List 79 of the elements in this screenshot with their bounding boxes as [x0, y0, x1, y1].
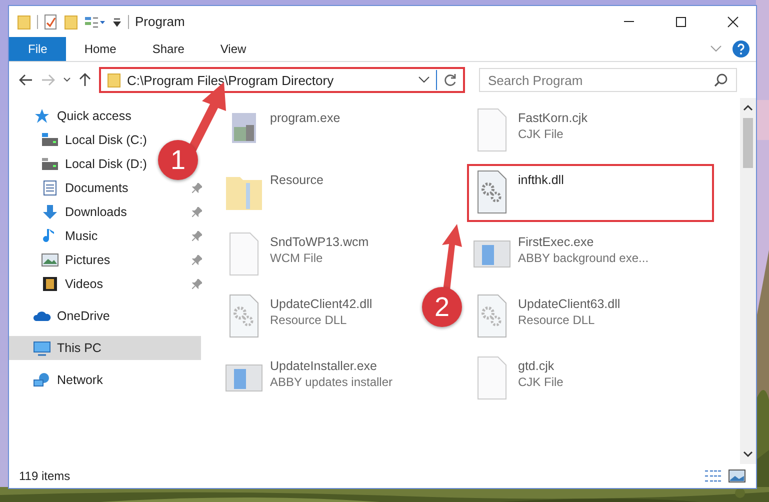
item-count: 119 items — [19, 469, 70, 483]
file-type: ABBY updates installer — [270, 375, 393, 389]
recent-locations-icon[interactable] — [63, 77, 71, 83]
file-item[interactable]: UpdateInstaller.exe ABBY updates installer — [219, 350, 398, 408]
down-arrow-icon — [41, 204, 59, 220]
back-icon[interactable] — [19, 74, 33, 86]
file-name: Resource — [270, 173, 324, 187]
file-type: Resource DLL — [270, 313, 348, 327]
minimize-icon — [623, 20, 635, 23]
pin-icon[interactable] — [192, 279, 202, 289]
file-item[interactable]: SndToWP13.wcm WCM File — [219, 226, 374, 284]
sidebar-item[interactable]: OneDrive — [9, 304, 201, 328]
file-type: Resource DLL — [518, 313, 596, 327]
network-icon — [33, 372, 51, 388]
search-field[interactable]: Search Program — [479, 68, 737, 92]
file-name: infthk.dll — [518, 173, 564, 187]
sidebar-item[interactable]: Network — [9, 368, 201, 392]
file-item[interactable]: program.exe — [219, 102, 346, 160]
drive-icon — [41, 156, 59, 172]
folder-icon — [107, 72, 121, 88]
dropdown-icon[interactable] — [418, 76, 430, 84]
sidebar-item[interactable]: Music — [9, 224, 104, 248]
ribbon-tab[interactable]: File — [9, 37, 66, 61]
file-name: FirstExec.exe — [518, 235, 595, 249]
file-type: CJK File — [518, 127, 564, 141]
file-item[interactable]: FastKorn.cjk CJK File — [467, 102, 592, 160]
pin-icon[interactable] — [192, 183, 202, 193]
file-item[interactable]: UpdateClient63.dll Resource DLL — [467, 288, 626, 346]
star-icon — [33, 108, 51, 124]
film-icon — [41, 276, 59, 292]
drive-icon — [41, 132, 59, 148]
pin-icon[interactable] — [192, 231, 202, 241]
pointer-arrow — [440, 224, 464, 290]
file-type: CJK File — [518, 375, 564, 389]
file-name: SndToWP13.wcm — [270, 235, 369, 249]
pin-icon[interactable] — [192, 207, 202, 217]
sidebar-item[interactable]: Quick access — [9, 104, 201, 128]
ribbon-tab[interactable]: Home — [66, 37, 134, 61]
refresh-icon[interactable] — [443, 73, 457, 87]
scroll-up-icon[interactable] — [743, 104, 753, 112]
scrollbar[interactable] — [740, 98, 756, 464]
image-icon — [41, 252, 59, 268]
file-name: UpdateInstaller.exe — [270, 359, 378, 373]
thumbnail-view-icon[interactable] — [728, 469, 746, 483]
close-icon — [727, 16, 739, 28]
sidebar-item[interactable]: Local Disk (C:) — [9, 128, 153, 152]
file-name: gtd.cjk — [518, 359, 556, 373]
details-view-icon[interactable] — [704, 469, 722, 483]
file-type: WCM File — [270, 251, 324, 265]
maximize-icon — [675, 16, 687, 28]
file-name: program.exe — [270, 111, 340, 125]
scroll-down-icon[interactable] — [743, 450, 753, 458]
file-item[interactable]: Resource — [219, 164, 328, 222]
address-bar[interactable]: C:\Program Files\Program Directory — [99, 67, 465, 93]
pc-icon — [33, 340, 51, 356]
file-item[interactable]: FirstExec.exe ABBY background exe... — [467, 226, 654, 284]
window-title: Program — [135, 14, 185, 29]
search-icon — [714, 73, 728, 87]
scrollbar-thumb[interactable] — [743, 118, 753, 168]
document-icon — [41, 180, 59, 196]
file-item[interactable]: UpdateClient42.dll Resource DLL — [219, 288, 378, 346]
sidebar-item[interactable]: Local Disk (D:) — [9, 152, 153, 176]
file-type: ABBY background exe... — [518, 251, 649, 265]
sidebar-item[interactable]: Downloads — [9, 200, 133, 224]
up-icon[interactable] — [79, 73, 91, 87]
file-name: UpdateClient63.dll — [518, 297, 620, 311]
file-item[interactable]: gtd.cjk CJK File — [467, 350, 568, 408]
address-path: C:\Program Files\Program Directory — [127, 72, 334, 88]
file-name: UpdateClient42.dll — [270, 297, 372, 311]
properties-icon[interactable] — [44, 14, 58, 30]
sidebar-item[interactable]: Documents — [9, 176, 134, 200]
pin-icon[interactable] — [192, 255, 202, 265]
ribbon-tab[interactable]: Share — [134, 37, 202, 61]
sidebar-item[interactable]: Videos — [9, 272, 109, 296]
file-item[interactable]: infthk.dll — [467, 164, 714, 222]
ribbon-tab[interactable]: View — [202, 37, 264, 61]
sidebar-item[interactable]: This PC — [9, 336, 201, 360]
file-name: FastKorn.cjk — [518, 111, 588, 125]
sidebar-item[interactable]: Pictures — [9, 248, 116, 272]
